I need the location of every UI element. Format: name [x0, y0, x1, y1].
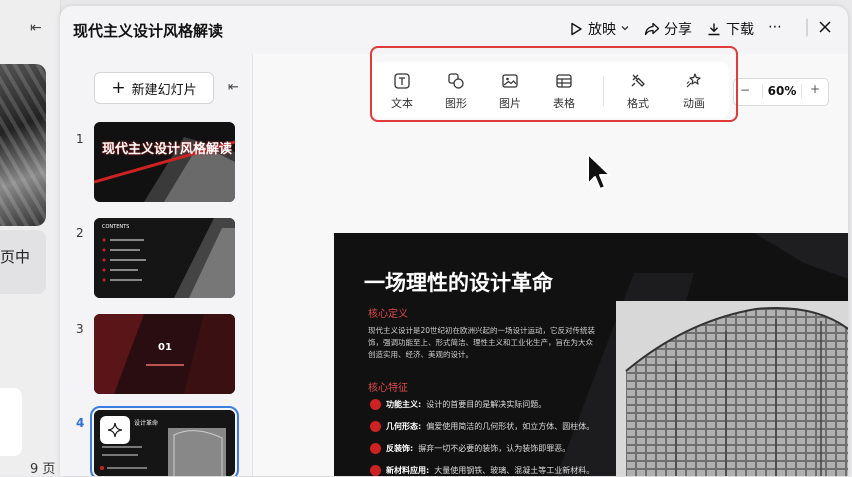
chevron-down-icon[interactable]: [620, 21, 630, 37]
bullet-icon: [370, 421, 381, 432]
divider: |: [804, 16, 811, 37]
current-slide[interactable]: 一场理性的设计革命 核心定义 现代主义设计是20世纪初在欧洲兴起的一场设计运动，…: [334, 233, 848, 476]
slide-number: 3: [76, 322, 84, 336]
tool-image-label: 图片: [499, 97, 521, 110]
share-label: 分享: [664, 22, 692, 38]
table-icon: [556, 74, 572, 88]
text-icon: [394, 73, 410, 89]
slide-3-art: [94, 314, 235, 394]
more-options-icon[interactable]: ⋯: [768, 19, 783, 35]
tool-shape-label: 图形: [445, 97, 467, 110]
ai-sparkle-button[interactable]: [100, 416, 130, 444]
background-card-2: [0, 388, 22, 456]
feature-label: 反装饰:: [386, 444, 414, 453]
section-heading-definition[interactable]: 核心定义: [368, 305, 408, 320]
background-thumbnail[interactable]: [0, 64, 46, 226]
feature-item[interactable]: 反装饰: 摒弃一切不必要的装饰，认为装饰即罪恶。: [370, 443, 570, 454]
slide-1-title: 现代主义设计风格解读: [102, 142, 233, 157]
document-title[interactable]: 现代主义设计风格解读: [73, 20, 223, 41]
sparkle-icon: [107, 422, 123, 438]
building-illustration: [616, 301, 848, 476]
new-slide-label: 新建幻灯片: [131, 82, 197, 98]
slide-thumbnail-3[interactable]: 01: [94, 314, 235, 394]
slide-4-title: 设计革命: [134, 420, 159, 427]
slide-2-title: CONTENTS: [102, 224, 130, 230]
plus-icon: +: [111, 78, 126, 98]
share-button[interactable]: 分享: [644, 19, 692, 39]
collapse-panel-icon[interactable]: ⇤: [30, 20, 42, 36]
image-icon: [502, 74, 518, 88]
feature-item[interactable]: 功能主义: 设计的首要目的是解决实际问题。: [370, 399, 546, 410]
feature-label: 功能主义:: [386, 400, 422, 409]
mouse-cursor-icon: [586, 152, 614, 196]
feature-item[interactable]: 新材料应用: 大量使用钢铁、玻璃、混凝土等工业新材料。: [370, 465, 594, 476]
feature-label: 几何形态:: [386, 422, 422, 431]
download-label: 下载: [726, 22, 754, 38]
tool-table-label: 表格: [553, 97, 575, 110]
background-card-text: 页中: [0, 248, 31, 266]
new-slide-button[interactable]: + 新建幻灯片: [94, 72, 214, 104]
format-painter-icon: [631, 74, 645, 87]
feature-label: 新材料应用:: [386, 466, 430, 475]
background-bottom-text: 9 页: [30, 462, 56, 477]
tool-animation[interactable]: 动画: [673, 72, 715, 111]
tool-image[interactable]: 图片: [489, 72, 531, 111]
feature-text: 设计的首要目的是解决实际问题。: [426, 400, 547, 409]
background-card[interactable]: 页中: [0, 230, 46, 294]
editor-canvas[interactable]: 文本 图形 图片 表格 格式 动画 − 60% + 一场理性的设计革命 核心定义…: [253, 54, 848, 476]
tool-format[interactable]: 格式: [617, 72, 659, 111]
feature-item[interactable]: 几何形态: 偏爱使用简洁的几何形状，如立方体、圆柱体。: [370, 421, 594, 432]
download-button[interactable]: 下载: [706, 19, 754, 39]
slide-thumbnail-4[interactable]: 设计革命: [90, 406, 239, 476]
tool-format-label: 格式: [627, 97, 649, 110]
animation-icon: [686, 73, 701, 88]
toolbar-divider: [603, 76, 604, 106]
tool-shape[interactable]: 图形: [435, 72, 477, 111]
play-label: 放映: [588, 22, 616, 38]
zoom-value[interactable]: 60%: [762, 84, 802, 98]
presentation-window: 现代主义设计风格解读 放映 分享 下载 ⋯ | + 新建幻灯片 ⇤ 1 现代主义…: [60, 6, 848, 476]
close-icon[interactable]: [818, 20, 832, 34]
zoom-in-button[interactable]: +: [810, 82, 820, 96]
tool-table[interactable]: 表格: [543, 72, 585, 111]
slide-thumbnail-2[interactable]: CONTENTS: [94, 218, 235, 298]
zoom-control: − 60% +: [733, 78, 829, 106]
download-icon: [706, 21, 722, 37]
collapse-sidebar-icon[interactable]: ⇤: [228, 80, 239, 95]
slide-thumbnail-1[interactable]: 现代主义设计风格解读: [94, 122, 235, 202]
share-icon: [644, 21, 660, 37]
bullet-icon: [370, 465, 381, 476]
zoom-out-button[interactable]: −: [740, 83, 750, 97]
background-panel: ⇤ 页中 9 页: [0, 0, 61, 477]
slide-title[interactable]: 一场理性的设计革命: [364, 267, 553, 297]
feature-text: 摒弃一切不必要的装饰，认为装饰即罪恶。: [418, 444, 571, 453]
definition-text[interactable]: 现代主义设计是20世纪初在欧洲兴起的一场设计运动，它反对传统装饰，强调功能至上、…: [368, 325, 600, 361]
tool-animation-label: 动画: [683, 97, 705, 110]
slide-2-art: [94, 218, 235, 298]
slide-1-art: [94, 137, 235, 202]
tool-text[interactable]: 文本: [381, 72, 423, 111]
shape-icon: [448, 73, 464, 89]
building-photo[interactable]: [616, 301, 848, 476]
bullet-icon: [370, 399, 381, 410]
bullet-icon: [370, 443, 381, 454]
feature-text: 大量使用钢铁、玻璃、混凝土等工业新材料。: [434, 466, 595, 475]
play-icon: [568, 21, 584, 37]
feature-text: 偏爱使用简洁的几何形状，如立方体、圆柱体。: [426, 422, 595, 431]
play-button[interactable]: 放映: [568, 19, 630, 39]
slide-number: 1: [76, 132, 84, 146]
section-heading-features[interactable]: 核心特征: [368, 379, 408, 394]
slide-number: 4: [76, 416, 85, 430]
title-bar: 现代主义设计风格解读 放映 分享 下载 ⋯ |: [60, 6, 848, 54]
insert-toolbar: 文本 图形 图片 表格 格式 动画: [371, 62, 729, 118]
slides-panel: + 新建幻灯片 ⇤ 1 现代主义设计风格解读 2 CONTENTS 3 01 4…: [60, 54, 253, 476]
tool-text-label: 文本: [391, 97, 413, 110]
slide-3-title: 01: [158, 342, 172, 353]
slide-number: 2: [76, 226, 84, 240]
